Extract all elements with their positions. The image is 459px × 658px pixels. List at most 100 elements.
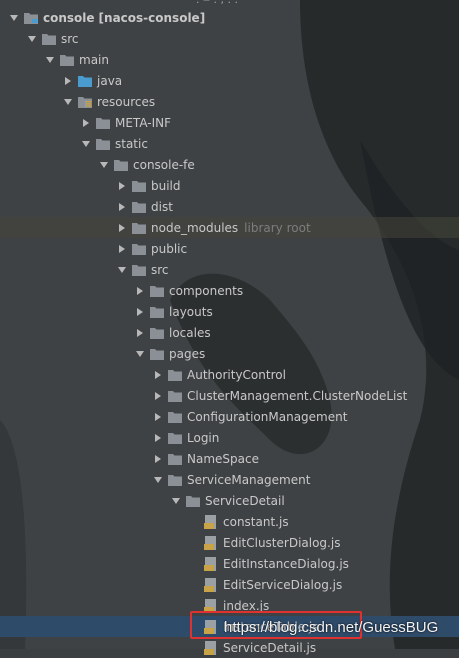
- tree-folder-item[interactable]: node_modules library root: [0, 217, 459, 238]
- module-folder-icon: [24, 12, 43, 24]
- tree-folder-item[interactable]: public: [0, 238, 459, 259]
- tree-item-label: src: [151, 262, 169, 277]
- expand-arrow-down-icon[interactable]: [62, 96, 74, 108]
- folder-icon: [132, 222, 151, 234]
- tree-item-label: ConfigurationManagement: [187, 409, 348, 424]
- watermark: https://blog.csdn.net/GuessBUG: [224, 619, 439, 636]
- tree-folder-item[interactable]: ServiceManagement: [0, 469, 459, 490]
- folder-icon: [42, 33, 61, 45]
- tree-folder-item[interactable]: build: [0, 175, 459, 196]
- expand-arrow-right-icon[interactable]: [152, 453, 164, 465]
- folder-icon: [150, 348, 169, 360]
- folder-icon: [132, 264, 151, 276]
- tree-folder-item[interactable]: dist: [0, 196, 459, 217]
- top-cut-off-text: . ‒ . , . .: [196, 0, 238, 6]
- tree-item-label: ServiceDetail: [205, 493, 285, 508]
- tree-item-label: NameSpace: [187, 451, 259, 466]
- tree-item-label: static: [115, 136, 148, 151]
- tree-item-label: EditClusterDialog.js: [223, 535, 341, 550]
- tree-item-label: pages: [169, 346, 206, 361]
- tree-folder-item[interactable]: src: [0, 28, 459, 49]
- javascript-file-icon: [204, 640, 223, 655]
- tree-file-item[interactable]: constant.js: [0, 511, 459, 532]
- expand-arrow-down-icon[interactable]: [8, 12, 20, 24]
- javascript-file-icon: [204, 514, 223, 529]
- folder-icon: [132, 180, 151, 192]
- tree-item-label: components: [169, 283, 244, 298]
- javascript-file-icon: [204, 556, 223, 571]
- tree-folder-item[interactable]: src: [0, 259, 459, 280]
- expand-arrow-right-icon[interactable]: [152, 411, 164, 423]
- folder-icon: [96, 138, 115, 150]
- javascript-file-icon: [204, 535, 223, 550]
- tree-item-label: locales: [169, 325, 211, 340]
- expand-arrow-right-icon[interactable]: [134, 306, 146, 318]
- folder-icon: [168, 369, 187, 381]
- tree-folder-item[interactable]: main: [0, 49, 459, 70]
- tree-folder-item[interactable]: NameSpace: [0, 448, 459, 469]
- expand-arrow-right-icon[interactable]: [116, 180, 128, 192]
- tree-folder-item[interactable]: console-fe: [0, 154, 459, 175]
- tree-item-label: ServiceManagement: [187, 472, 311, 487]
- tree-item-label: layouts: [169, 304, 213, 319]
- tree-item-label: AuthorityControl: [187, 367, 286, 382]
- tree-folder-item[interactable]: locales: [0, 322, 459, 343]
- tree-folder-item[interactable]: pages: [0, 343, 459, 364]
- expand-arrow-right-icon[interactable]: [152, 390, 164, 402]
- tree-file-item[interactable]: ServiceDetail.js: [0, 637, 459, 658]
- expand-arrow-down-icon[interactable]: [116, 264, 128, 276]
- tree-folder-item[interactable]: static: [0, 133, 459, 154]
- expand-arrow-down-icon[interactable]: [44, 54, 56, 66]
- tree-item-label: Login: [187, 430, 220, 445]
- tree-folder-item[interactable]: resources: [0, 91, 459, 112]
- tree-folder-item[interactable]: META-INF: [0, 112, 459, 133]
- tree-file-item[interactable]: EditServiceDialog.js: [0, 574, 459, 595]
- expand-arrow-right-icon[interactable]: [134, 285, 146, 297]
- folder-icon: [150, 327, 169, 339]
- tree-folder-item[interactable]: Login: [0, 427, 459, 448]
- expand-arrow-right-icon[interactable]: [116, 201, 128, 213]
- expand-arrow-right-icon[interactable]: [62, 75, 74, 87]
- tree-item-label: console: [43, 10, 95, 25]
- expand-arrow-down-icon[interactable]: [80, 138, 92, 150]
- folder-icon: [96, 117, 115, 129]
- expand-arrow-right-icon[interactable]: [134, 327, 146, 339]
- expand-arrow-down-icon[interactable]: [152, 474, 164, 486]
- expand-arrow-down-icon[interactable]: [26, 33, 38, 45]
- tree-file-item[interactable]: EditClusterDialog.js: [0, 532, 459, 553]
- tree-item-label: console-fe: [133, 157, 195, 172]
- source-folder-icon: [78, 75, 97, 87]
- folder-icon: [168, 411, 187, 423]
- folder-icon: [114, 159, 133, 171]
- expand-arrow-down-icon[interactable]: [134, 348, 146, 360]
- folder-icon: [186, 495, 205, 507]
- tree-item-label: public: [151, 241, 188, 256]
- project-tree[interactable]: console [nacos-console] src main java resourc…: [0, 0, 459, 655]
- tree-folder-item[interactable]: AuthorityControl: [0, 364, 459, 385]
- tree-item-label: constant.js: [223, 514, 289, 529]
- tree-folder-item[interactable]: components: [0, 280, 459, 301]
- folder-icon: [168, 432, 187, 444]
- tree-item-label: EditInstanceDialog.js: [223, 556, 349, 571]
- folder-icon: [150, 306, 169, 318]
- tree-file-item[interactable]: EditInstanceDialog.js: [0, 553, 459, 574]
- tree-item-label: dist: [151, 199, 173, 214]
- folder-icon: [168, 453, 187, 465]
- expand-arrow-right-icon[interactable]: [152, 369, 164, 381]
- tree-item-label: src: [61, 31, 79, 46]
- tree-folder-item[interactable]: java: [0, 70, 459, 91]
- folder-icon: [132, 201, 151, 213]
- tree-folder-item[interactable]: console [nacos-console]: [0, 7, 459, 28]
- expand-arrow-down-icon[interactable]: [170, 495, 182, 507]
- expand-arrow-right-icon[interactable]: [116, 222, 128, 234]
- tree-folder-item[interactable]: ConfigurationManagement: [0, 406, 459, 427]
- expand-arrow-right-icon[interactable]: [152, 432, 164, 444]
- tree-folder-item[interactable]: layouts: [0, 301, 459, 322]
- tree-folder-item[interactable]: ServiceDetail: [0, 490, 459, 511]
- expand-arrow-down-icon[interactable]: [98, 159, 110, 171]
- folder-icon: [132, 243, 151, 255]
- tree-item-label: main: [79, 52, 109, 67]
- expand-arrow-right-icon[interactable]: [116, 243, 128, 255]
- tree-folder-item[interactable]: ClusterManagement.ClusterNodeList: [0, 385, 459, 406]
- expand-arrow-right-icon[interactable]: [80, 117, 92, 129]
